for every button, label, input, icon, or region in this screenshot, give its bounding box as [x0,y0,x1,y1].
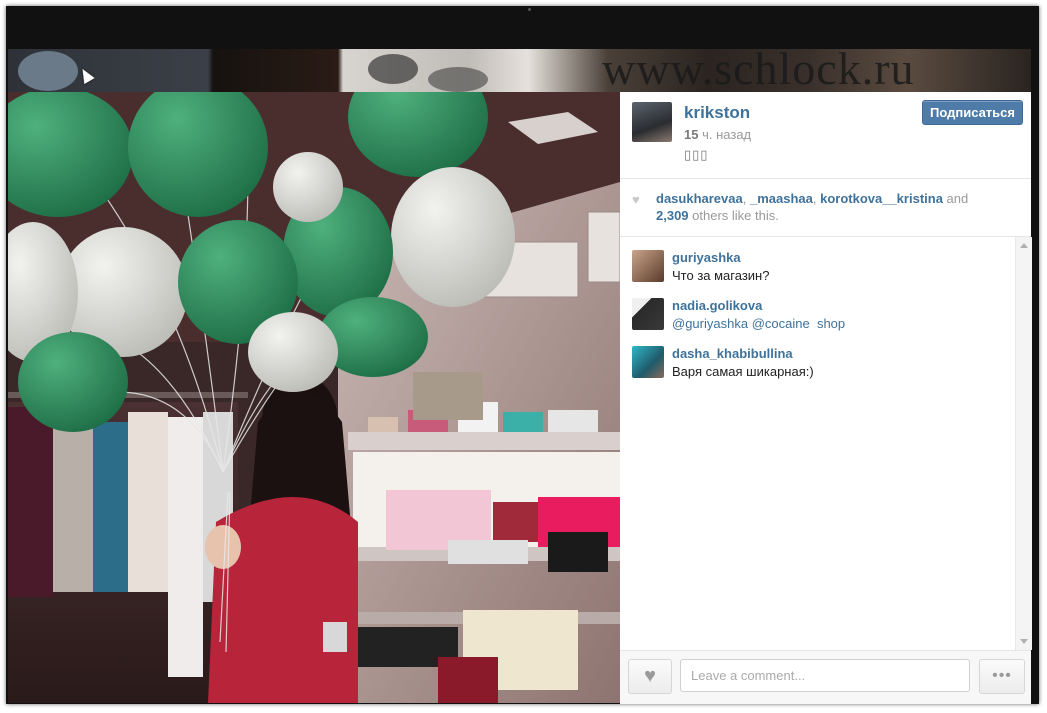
commenter-avatar[interactable] [632,250,664,282]
timestamp-number: 15 [684,127,699,142]
post-side-panel: krikston 15 ч. назад ▯▯▯ Подписаться ♥ d… [620,92,1032,704]
heart-icon: ♥ [644,665,656,687]
liker-username[interactable]: korotkova__kristina [820,191,943,206]
post-caption: ▯▯▯ [684,147,709,162]
commenter-avatar[interactable] [632,298,664,330]
commenter-avatar[interactable] [632,346,664,378]
commenter-username[interactable]: guriyashka [672,250,741,265]
watermark-text: www.schlock.ru [602,43,915,94]
liker-username[interactable]: dasukharevaa [656,191,743,206]
comment-text: @guriyashka @cocaine shop [672,316,845,331]
comments-list: guriyashka Что за магазин? nadia.golikov… [620,237,1015,650]
likes-summary: dasukharevaa, _maashaa, korotkova__krist… [656,190,1016,224]
likes-separator: , [742,191,750,206]
likes-section: ♥ dasukharevaa, _maashaa, korotkova__kri… [620,179,1031,237]
comment-bar: ♥ ••• [620,650,1031,704]
follow-button[interactable]: Подписаться [921,100,1023,125]
scroll-down-icon[interactable] [1020,639,1028,644]
comment-item: guriyashka Что за магазин? [632,248,1012,288]
comment-text: Варя самая шикарная:) [672,364,814,379]
comment-item: dasha_khabibullina Варя самая шикарная:) [632,344,1012,384]
ellipsis-icon: ••• [992,667,1012,684]
timestamp-unit: ч. назад [702,127,752,142]
likes-and-word: and [942,191,969,206]
commenter-username[interactable]: dasha_khabibullina [672,346,793,361]
comment-item: nadia.golikova @guriyashka @cocaine shop [632,296,1012,336]
like-button[interactable]: ♥ [628,659,672,694]
liker-username[interactable]: _maashaa [750,191,813,206]
mention-link[interactable]: @cocaine [752,316,810,331]
window-indicator [528,8,531,11]
mention-link[interactable]: @guriyashka [672,316,748,331]
post-header: krikston 15 ч. назад ▯▯▯ Подписаться [620,92,1031,179]
owner-username[interactable]: krikston [684,103,750,123]
likes-others-count[interactable]: 2,309 [656,208,689,223]
likes-others-text: others like this. [688,208,779,223]
commenter-username[interactable]: nadia.golikova [672,298,762,313]
comment-word: shop [816,316,846,331]
post-photo[interactable] [8,92,620,703]
post-timestamp: 15 ч. назад [684,127,751,142]
comments-scrollbar[interactable] [1015,237,1032,650]
heart-icon: ♥ [632,192,640,207]
likes-separator: , [812,191,821,206]
more-options-button[interactable]: ••• [979,659,1025,694]
comment-input[interactable] [680,659,970,692]
scroll-up-icon[interactable] [1020,243,1028,248]
comment-text: Что за магазин? [672,268,770,283]
owner-avatar[interactable] [632,102,672,142]
photo-illustration [8,92,620,703]
